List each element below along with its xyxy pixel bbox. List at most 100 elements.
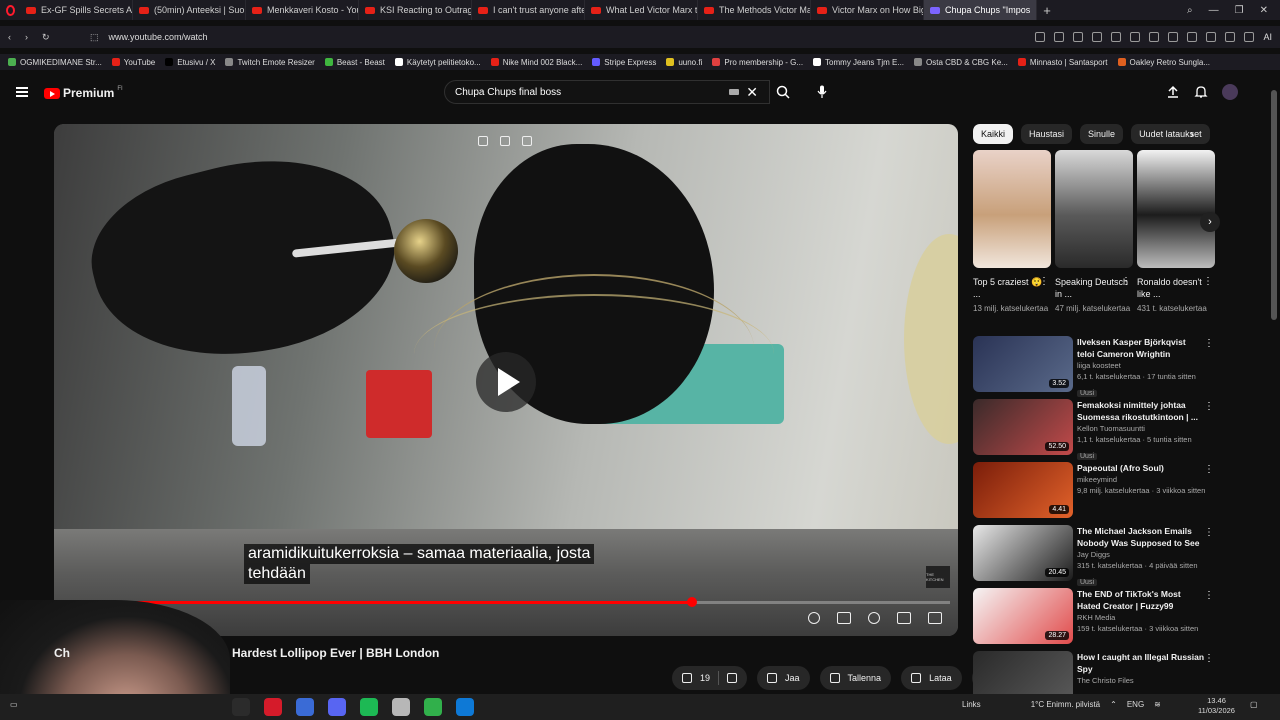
shorts-next-button[interactable]: › bbox=[1200, 212, 1220, 232]
chevron-right-icon[interactable]: › bbox=[1190, 127, 1194, 141]
shield-icon[interactable] bbox=[1092, 32, 1103, 42]
bookmark-item[interactable]: Nike Mind 002 Black... bbox=[490, 58, 582, 67]
share-button[interactable]: Jaa bbox=[757, 666, 810, 690]
bookmark-item[interactable]: Käytetyt pelitietoko... bbox=[394, 58, 481, 67]
ai-button[interactable]: AI bbox=[1263, 32, 1272, 42]
menu-icon[interactable] bbox=[1187, 32, 1198, 42]
bookmark-item[interactable]: Oakley Retro Sungla... bbox=[1117, 58, 1210, 67]
progress-bar[interactable] bbox=[62, 597, 950, 607]
related-video-item[interactable]: 52.50 Femakoksi nimittely johtaa Suomess… bbox=[973, 399, 1218, 462]
back-icon[interactable]: ‹ bbox=[8, 32, 11, 43]
short-card[interactable]: Speaking Deutsch in ... ⋮ 47 milj. katse… bbox=[1055, 150, 1133, 315]
kebab-menu-icon[interactable]: ⋮ bbox=[1204, 590, 1214, 601]
discord-icon[interactable] bbox=[328, 698, 346, 716]
play-icon[interactable] bbox=[1111, 32, 1122, 42]
search-input[interactable]: Chupa Chups final boss ✕ bbox=[444, 80, 770, 104]
channel-watermark[interactable]: THE KITCHEN bbox=[926, 566, 950, 588]
camera-icon[interactable] bbox=[1073, 32, 1084, 42]
video-thumbnail[interactable]: 4.41 bbox=[973, 462, 1073, 518]
kebab-menu-icon[interactable]: ⋮ bbox=[1204, 527, 1214, 538]
short-thumbnail[interactable] bbox=[1137, 150, 1215, 268]
bookmark-item[interactable]: Pro membership - G... bbox=[712, 58, 803, 67]
bookmark-item[interactable]: OGMIKEDIMANE Str... bbox=[8, 58, 102, 67]
related-video-item[interactable]: 20.45 The Michael Jackson Emails Nobody … bbox=[973, 525, 1218, 588]
start-icon[interactable]: ▭ bbox=[10, 700, 18, 709]
edit-icon[interactable] bbox=[1054, 32, 1065, 42]
page-scrollbar[interactable] bbox=[1268, 78, 1280, 690]
search-tabs-icon[interactable]: ⌕ bbox=[1187, 5, 1193, 16]
channel-name[interactable]: liiga koosteet bbox=[1077, 360, 1205, 371]
browser-tab[interactable]: (50min) Anteeksi | Suome bbox=[133, 0, 246, 20]
browser-tab[interactable]: KSI Reacting to Outrageo bbox=[359, 0, 472, 20]
copilot-icon[interactable] bbox=[296, 698, 314, 716]
url-field[interactable]: www.youtube.com/watch bbox=[109, 32, 208, 42]
video-title[interactable]: The END of TikTok's Most Hated Creator |… bbox=[1077, 588, 1205, 612]
tray-chevron-icon[interactable]: ⌃ bbox=[1110, 700, 1117, 709]
opera-logo-icon[interactable] bbox=[0, 0, 20, 20]
browser-tab[interactable]: What Led Victor Marx to E bbox=[585, 0, 698, 20]
kebab-menu-icon[interactable]: ⋮ bbox=[1204, 653, 1214, 664]
filter-chip[interactable]: Sinulle bbox=[1080, 124, 1124, 144]
edge-icon[interactable] bbox=[456, 698, 474, 716]
profile-icon[interactable] bbox=[1225, 32, 1236, 42]
filter-chip[interactable]: Haustasi bbox=[1021, 124, 1073, 144]
bookmark-item[interactable]: Tommy Jeans Tjm E... bbox=[813, 58, 904, 67]
bookmark-item[interactable]: Beast - Beast bbox=[324, 58, 385, 67]
notification-icon[interactable]: ▢ bbox=[1250, 700, 1258, 709]
settings-gear-icon[interactable] bbox=[868, 612, 880, 624]
short-thumbnail[interactable] bbox=[1055, 150, 1133, 268]
channel-name[interactable]: Jay Diggs bbox=[1077, 549, 1205, 560]
cube-icon[interactable] bbox=[1149, 32, 1160, 42]
thumbs-up-icon[interactable] bbox=[682, 673, 692, 683]
clear-search-icon[interactable]: ✕ bbox=[746, 84, 758, 101]
kebab-menu-icon[interactable]: ⋮ bbox=[1204, 464, 1214, 475]
video-title[interactable]: The Michael Jackson Emails Nobody Was Su… bbox=[1077, 525, 1205, 549]
channel-name[interactable]: RKH Media bbox=[1077, 612, 1205, 623]
video-title[interactable]: Femakoksi nimittely johtaa Suomessa riko… bbox=[1077, 399, 1205, 423]
browser-tab[interactable]: The Methods Victor Marx bbox=[698, 0, 811, 20]
reload-icon[interactable]: ↻ bbox=[42, 32, 50, 43]
forward-icon[interactable]: › bbox=[25, 32, 28, 43]
bookmark-item[interactable]: Minnasto | Santasport bbox=[1017, 58, 1108, 67]
bookmark-item[interactable]: Twitch Emote Resizer bbox=[225, 58, 315, 67]
system-clock[interactable]: 13.46 11/03/2026 bbox=[1198, 696, 1235, 716]
sparkle-icon[interactable] bbox=[500, 136, 510, 146]
youtube-premium-logo[interactable]: Premium FI bbox=[44, 86, 123, 100]
download-button[interactable]: Lataa bbox=[901, 666, 962, 690]
shield-icon[interactable] bbox=[392, 698, 410, 716]
big-play-button[interactable] bbox=[476, 352, 536, 412]
filter-chip[interactable]: Uudet lataukset bbox=[1131, 124, 1210, 144]
keyboard-icon[interactable] bbox=[729, 89, 739, 95]
video-thumbnail[interactable]: 52.50 bbox=[973, 399, 1073, 455]
browser-tab[interactable]: I can't trust anyone after t bbox=[472, 0, 585, 20]
save-button[interactable]: Tallenna bbox=[819, 666, 892, 690]
kebab-menu-icon[interactable]: ⋮ bbox=[1039, 276, 1049, 287]
filter-chip[interactable]: Kaikki bbox=[973, 124, 1014, 144]
bookmark-item[interactable]: Osta CBD & CBG Ke... bbox=[914, 58, 1008, 67]
lens-icon[interactable] bbox=[1035, 32, 1046, 42]
browser-tab[interactable]: Victor Marx on How Big T bbox=[811, 0, 924, 20]
kebab-menu-icon[interactable]: ⋮ bbox=[1204, 401, 1214, 412]
related-video-item[interactable]: 28.27 The END of TikTok's Most Hated Cre… bbox=[973, 588, 1218, 651]
spotify-icon[interactable] bbox=[360, 698, 378, 716]
video-title[interactable]: Papeoutal (Afro Soul) bbox=[1077, 462, 1205, 474]
browser-tab[interactable]: Ex-GF Spills Secrets About bbox=[20, 0, 133, 20]
close-window-button[interactable]: ✕ bbox=[1260, 5, 1268, 16]
kebab-menu-icon[interactable]: ⋮ bbox=[1203, 276, 1213, 287]
subtitles-icon[interactable] bbox=[837, 612, 851, 624]
language-indicator[interactable]: ENG bbox=[1127, 700, 1144, 709]
weather-widget[interactable]: 1°C Enimm. pilvistä bbox=[1031, 700, 1100, 709]
avatar[interactable] bbox=[1222, 84, 1238, 100]
kebab-menu-icon[interactable]: ⋮ bbox=[1204, 338, 1214, 349]
bookmark-item[interactable]: uuno.fi bbox=[666, 58, 702, 67]
heart-icon[interactable] bbox=[1130, 32, 1141, 42]
related-video-item[interactable]: 4.41 Papeoutal (Afro Soul) mikeeymind 9,… bbox=[973, 462, 1218, 525]
bookmark-item[interactable]: YouTube bbox=[111, 58, 155, 67]
kebab-menu-icon[interactable]: ⋮ bbox=[1121, 276, 1131, 287]
short-card[interactable]: Ronaldo doesn't like ... ⋮ 431 t. katsel… bbox=[1137, 150, 1215, 315]
voice-search-button[interactable] bbox=[811, 81, 833, 103]
new-tab-button[interactable]: + bbox=[1037, 0, 1057, 20]
miniplayer-icon[interactable] bbox=[897, 612, 911, 624]
video-thumbnail[interactable]: 3.52 bbox=[973, 336, 1073, 392]
android-icon[interactable] bbox=[424, 698, 442, 716]
